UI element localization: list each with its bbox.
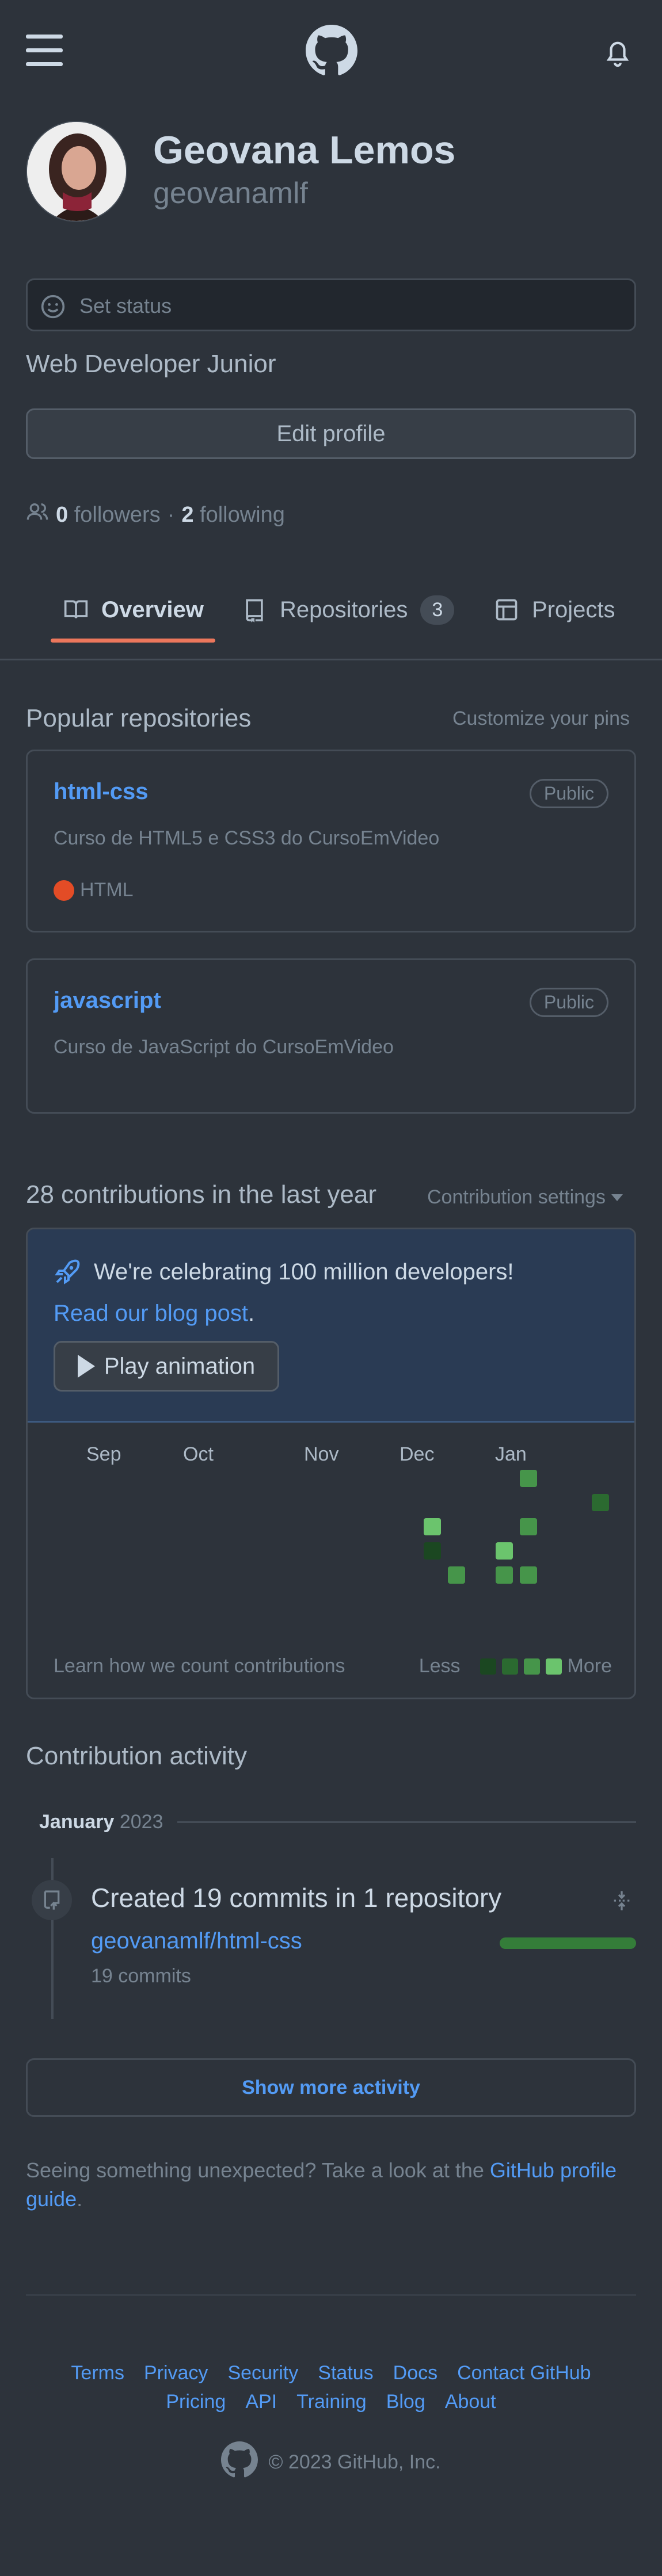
calendar-legend: Less More <box>418 1655 612 1677</box>
visibility-badge: Public <box>529 988 608 1017</box>
profile-tabs: Overview Repositories 3 Projects <box>0 575 662 660</box>
commit-summary: Created 19 commits in 1 repository <box>91 1883 502 1913</box>
repo-description: Curso de HTML5 e CSS3 do CursoEmVideo <box>54 827 440 849</box>
contribution-cell[interactable] <box>448 1566 465 1584</box>
table-icon <box>494 597 519 622</box>
footer-link-privacy[interactable]: Privacy <box>144 2362 208 2384</box>
menu-icon[interactable] <box>26 35 63 66</box>
play-animation-button[interactable]: Play animation <box>54 1341 279 1392</box>
show-more-activity-button[interactable]: Show more activity <box>26 2058 636 2117</box>
footer-copyright: © 2023 GitHub, Inc. <box>0 2441 662 2483</box>
footer-links-row: Terms Privacy Security Status Docs Conta… <box>0 2362 662 2384</box>
contribution-cell[interactable] <box>520 1518 537 1535</box>
repo-name-link[interactable]: html-css <box>54 779 149 805</box>
set-status-button[interactable]: Set status <box>26 278 636 331</box>
commit-progress-bar <box>500 1937 636 1949</box>
blog-post-link[interactable]: Read our blog post <box>54 1301 248 1326</box>
footer-links-row: Pricing API Training Blog About <box>0 2391 662 2413</box>
celebration-banner: We're celebrating 100 million developers… <box>28 1229 634 1423</box>
footer-link-security[interactable]: Security <box>227 2362 298 2384</box>
repo-card: html-css Public Curso de HTML5 e CSS3 do… <box>26 750 636 932</box>
legend-level-2 <box>501 1658 518 1675</box>
month-label: Dec <box>400 1443 435 1465</box>
tab-active-indicator <box>51 639 215 643</box>
contribution-cell[interactable] <box>496 1542 513 1560</box>
footer-divider <box>26 2294 636 2296</box>
repo-language: HTML <box>54 879 134 901</box>
language-color-dot <box>54 880 74 901</box>
repo-push-icon <box>32 1880 72 1920</box>
contribution-cell[interactable] <box>424 1542 441 1560</box>
month-label: Oct <box>183 1443 214 1465</box>
footer-link-contact[interactable]: Contact GitHub <box>457 2362 591 2384</box>
followers-link[interactable]: 0 followers <box>56 503 161 528</box>
rocket-icon <box>54 1258 81 1286</box>
github-logo-icon[interactable] <box>306 25 357 77</box>
following-link[interactable]: 2 following <box>181 503 285 528</box>
footer-link-about[interactable]: About <box>445 2391 496 2413</box>
contribution-cell[interactable] <box>496 1566 513 1584</box>
visibility-badge: Public <box>529 779 608 808</box>
legend-level-4 <box>545 1658 562 1675</box>
contribution-cell[interactable] <box>592 1494 609 1511</box>
footer-link-docs[interactable]: Docs <box>393 2362 437 2384</box>
avatar[interactable] <box>26 121 127 222</box>
contributions-title: 28 contributions in the last year <box>26 1180 377 1209</box>
banner-text: We're celebrating 100 million developers… <box>94 1259 514 1285</box>
activity-month-header: January 2023 <box>39 1811 636 1833</box>
people-icon <box>26 500 49 529</box>
unexpected-notice: Seeing something unexpected? Take a look… <box>26 2158 617 2211</box>
caret-down-icon <box>611 1194 623 1201</box>
footer-link-blog[interactable]: Blog <box>386 2391 425 2413</box>
commit-count: 19 commits <box>91 1965 191 1987</box>
contribution-calendar: We're celebrating 100 million developers… <box>26 1228 636 1699</box>
repo-card: javascript Public Curso de JavaScript do… <box>26 958 636 1114</box>
learn-contributions-link[interactable]: Learn how we count contributions <box>54 1655 345 1677</box>
contribution-cell[interactable] <box>424 1518 441 1535</box>
edit-profile-button[interactable]: Edit profile <box>26 408 636 459</box>
month-label: Jan <box>495 1443 527 1465</box>
repo-icon <box>242 597 267 622</box>
month-label: Nov <box>304 1443 339 1465</box>
month-label: Sep <box>86 1443 121 1465</box>
repo-name-link[interactable]: javascript <box>54 988 161 1014</box>
footer-link-api[interactable]: API <box>245 2391 277 2413</box>
legend-level-3 <box>523 1658 540 1675</box>
commit-repo-link[interactable]: geovanamlf/html-css <box>91 1928 302 1954</box>
smiley-icon <box>40 294 66 319</box>
footer-link-status[interactable]: Status <box>318 2362 373 2384</box>
calendar-footer: Learn how we count contributions Less Mo… <box>54 1655 612 1677</box>
customize-pins-link[interactable]: Customize your pins <box>452 708 630 730</box>
contribution-cell[interactable] <box>520 1470 537 1487</box>
profile-name: Geovana Lemos <box>153 128 456 172</box>
book-icon <box>63 597 89 622</box>
popular-repos-title: Popular repositories <box>26 704 252 732</box>
profile-login: geovanamlf <box>153 177 308 210</box>
contribution-cell[interactable] <box>520 1566 537 1584</box>
footer-link-training[interactable]: Training <box>296 2391 367 2413</box>
bell-icon[interactable] <box>604 38 631 68</box>
contribution-settings-dropdown[interactable]: Contribution settings <box>427 1186 623 1209</box>
footer-link-terms[interactable]: Terms <box>71 2362 124 2384</box>
legend-level-1 <box>480 1658 496 1675</box>
play-icon <box>77 1355 95 1378</box>
repo-description: Curso de JavaScript do CursoEmVideo <box>54 1036 394 1058</box>
activity-title: Contribution activity <box>26 1742 247 1770</box>
tab-overview[interactable]: Overview <box>63 593 204 627</box>
fold-icon[interactable] <box>610 1889 633 1912</box>
footer-link-pricing[interactable]: Pricing <box>166 2391 226 2413</box>
profile-bio: Web Developer Junior <box>26 350 276 378</box>
github-mark-icon[interactable] <box>221 2441 258 2483</box>
status-placeholder: Set status <box>79 294 172 318</box>
repositories-count: 3 <box>420 595 455 625</box>
tab-projects[interactable]: Projects <box>494 593 615 627</box>
tab-repositories[interactable]: Repositories 3 <box>242 593 455 627</box>
follow-stats: 0 followers · 2 following <box>26 500 285 529</box>
